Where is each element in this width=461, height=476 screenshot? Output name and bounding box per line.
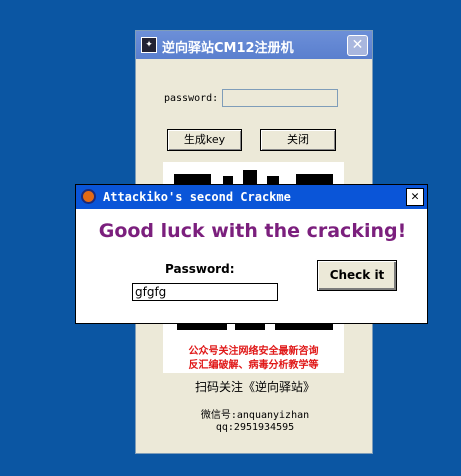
promo-line-2: 反汇编破解、病毒分析教学等 [188,360,319,371]
keygen-close-icon[interactable]: ✕ [347,35,368,56]
qq-number: qq:2951934595 [215,422,295,433]
keygen-title: 逆向驿站CM12注册机 [162,41,294,56]
keygen-close-button[interactable]: 关闭 [260,129,336,151]
promo-line-1: 公众号关注网络安全最新咨询 [188,346,319,357]
crackme-window: Attackiko's second Crackme ✕ Good luck w… [75,184,428,324]
headline: Good luck with the cracking! [98,220,407,242]
keygen-password-input[interactable] [222,89,338,107]
scan-prompt: 扫码关注《逆向驿站》 [194,380,315,394]
password-input[interactable]: gfgfg [132,283,278,301]
check-it-button[interactable]: Check it [317,260,397,291]
crackme-title: Attackiko's second Crackme [103,190,291,204]
crackme-titlebar[interactable]: Attackiko's second Crackme ✕ [76,185,427,209]
password-label: Password: [165,262,235,276]
keygen-titlebar[interactable]: ✦ 逆向驿站CM12注册机 ✕ [136,31,372,59]
crackme-app-icon [81,189,96,204]
generate-key-button[interactable]: 生成key [167,129,242,151]
wechat-id: 微信号:anquanyizhan [200,410,310,421]
keygen-password-label: password: [164,93,219,104]
app-icon: ✦ [141,37,157,53]
crackme-close-icon[interactable]: ✕ [406,188,424,206]
